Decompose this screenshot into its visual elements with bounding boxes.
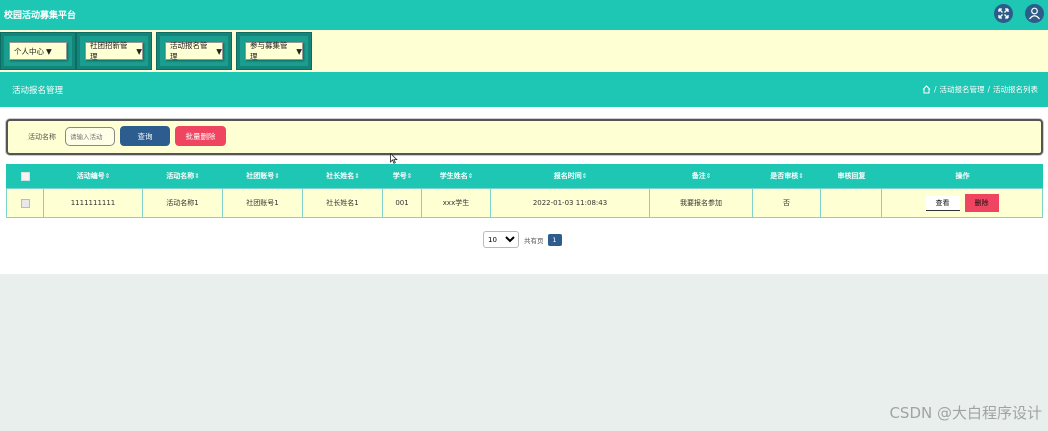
select-all-cell — [6, 164, 44, 188]
row-select-cell — [7, 189, 44, 217]
col-header[interactable]: 活动名称 ⇕ — [143, 164, 223, 188]
col-header[interactable]: 报名时间 ⇕ — [491, 164, 650, 188]
view-button[interactable]: 查看 — [925, 195, 960, 211]
col-header: 操作 — [955, 172, 970, 180]
fullscreen-icon[interactable] — [994, 4, 1013, 23]
pagination: 10 共有页 1 — [483, 231, 562, 248]
col-header[interactable]: 社长姓名 ⇕ — [303, 164, 383, 188]
search-bar: 活动名称 查询 批量删除 — [6, 119, 1043, 155]
cell-student-no: 001 — [383, 189, 422, 217]
page-button-current[interactable]: 1 — [547, 233, 562, 246]
row-checkbox[interactable] — [20, 198, 30, 208]
cell-reviewed: 否 — [753, 189, 821, 217]
watermark: CSDN @大白程序设计 — [889, 404, 1042, 422]
nav-menu: 个人中心 ▼ 社团招新管理 ▼ 活动报名管理 ▼ 参与募集管理 ▼ — [0, 30, 1048, 72]
breadcrumb-sep: / — [987, 85, 990, 94]
caret-down-icon: ▼ — [216, 46, 222, 56]
caret-down-icon: ▼ — [296, 46, 302, 56]
delete-button[interactable]: 删除 — [964, 194, 999, 212]
cell-reply — [821, 189, 882, 217]
caret-down-icon: ▼ — [46, 46, 52, 56]
cell-actions: 查看 删除 — [882, 189, 1042, 217]
breadcrumb-sep: / — [933, 85, 937, 94]
nav-item-club-recruit[interactable]: 社团招新管理 ▼ — [76, 32, 152, 70]
user-icon[interactable] — [1025, 4, 1044, 23]
breadcrumb-item[interactable]: 活动报名管理 — [939, 84, 984, 95]
cell-president: 社长姓名1 — [303, 189, 383, 217]
breadcrumb: / 活动报名管理 / 活动报名列表 — [922, 84, 1038, 95]
caret-down-icon: ▼ — [136, 46, 142, 56]
col-header: 审核回复 — [837, 172, 866, 180]
nav-item-activity-signup[interactable]: 活动报名管理 ▼ — [156, 32, 232, 70]
col-header[interactable]: 是否审核 ⇕ — [753, 164, 821, 188]
section-header: 活动报名管理 / 活动报名管理 / 活动报名列表 — [0, 72, 1048, 107]
cell-student-name: xxx学生 — [422, 189, 491, 217]
cell-time: 2022-01-03 11:08:43 — [491, 189, 650, 217]
home-icon[interactable] — [922, 85, 931, 94]
batch-delete-button[interactable]: 批量删除 — [175, 126, 226, 146]
col-header[interactable]: 活动编号 ⇕ — [44, 164, 143, 188]
mouse-cursor-icon — [390, 153, 398, 164]
page-size-select[interactable]: 10 — [483, 231, 519, 248]
select-all-checkbox[interactable] — [20, 171, 30, 181]
app-title: 校园活动募集平台 — [4, 11, 77, 21]
cell-id: 1111111111 — [44, 189, 143, 217]
nav-item-label: 社团招新管理 — [90, 41, 128, 61]
nav-item-fundraise[interactable]: 参与募集管理 ▼ — [236, 32, 312, 70]
cell-name: 活动名称1 — [143, 189, 223, 217]
search-label: 活动名称 — [28, 133, 56, 141]
page-title: 活动报名管理 — [12, 86, 64, 96]
col-header[interactable]: 学号 ⇕ — [383, 164, 422, 188]
table-row: 1111111111 活动名称1 社团账号1 社长姓名1 001 xxx学生 2… — [6, 188, 1043, 218]
table-header: 活动编号 ⇕ 活动名称 ⇕ 社团账号 ⇕ 社长姓名 ⇕ 学号 ⇕ 学生姓名 ⇕ 报名时间 ⇕ … — [6, 164, 1043, 188]
total-pages-text: 共有页 — [524, 236, 544, 245]
query-button[interactable]: 查询 — [120, 126, 170, 146]
nav-item-label: 参与募集管理 — [250, 41, 288, 61]
col-header[interactable]: 备注 ⇕ — [650, 164, 753, 188]
col-header[interactable]: 学生姓名 ⇕ — [422, 164, 491, 188]
nav-item-label: 个人中心 — [14, 46, 44, 56]
col-header[interactable]: 社团账号 ⇕ — [223, 164, 303, 188]
breadcrumb-item: 活动报名列表 — [993, 85, 1038, 94]
activity-name-input[interactable] — [65, 127, 115, 146]
top-header: 校园活动募集平台 — [0, 0, 1048, 30]
nav-item-label: 活动报名管理 — [170, 41, 208, 61]
cell-club-account: 社团账号1 — [223, 189, 303, 217]
cell-remark: 我要报名参加 — [650, 189, 753, 217]
nav-item-personal-center[interactable]: 个人中心 ▼ — [0, 32, 76, 70]
